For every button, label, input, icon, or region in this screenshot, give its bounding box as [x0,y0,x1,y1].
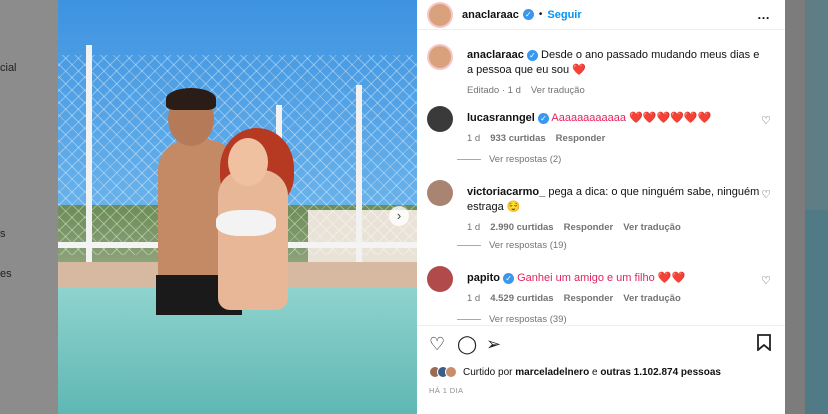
comment-likes[interactable]: 933 curtidas [490,131,545,146]
liker-avatar [445,366,457,378]
author-avatar[interactable] [427,44,453,70]
view-replies-label[interactable]: Ver respostas (19) [489,240,567,251]
separator: • [538,9,543,20]
post-actions: ♡ ◯ ➢ [417,325,785,365]
background-content [785,0,828,414]
commenter-avatar[interactable] [427,266,453,292]
heart-icon[interactable]: ♡ [429,334,445,355]
view-replies-label[interactable]: Ver respostas (39) [489,314,567,325]
verified-icon: ✓ [526,49,538,61]
view-replies-label[interactable]: Ver respostas (2) [489,154,561,165]
comment-text: Ganhei um amigo e um filho ❤️❤️ [517,272,686,284]
comment-age: 1 d [467,293,481,304]
caption-username[interactable]: anaclaraac [467,49,524,61]
liked-by-middle: e [591,366,598,378]
liked-by-user[interactable]: marceladelnero [515,367,589,378]
comment-likes[interactable]: 2.990 curtidas [490,220,553,235]
more-options-icon[interactable]: … [757,7,771,22]
post-header: anaclaraac ✓ • Seguir … [417,0,785,30]
post-photo[interactable] [58,0,417,414]
reply-button[interactable]: Responder [564,220,614,235]
liked-by: Curtido por marceladelnero e outras 1.10… [429,366,721,378]
liked-by-prefix: Curtido por [463,366,513,378]
heart-icon[interactable]: ♡ [761,274,771,287]
post-date[interactable]: HÁ 1 DIA [429,386,463,395]
chevron-right-icon[interactable]: › [389,206,409,226]
heart-icon[interactable]: ♡ [761,188,771,201]
bookmark-icon[interactable] [757,334,771,356]
caption-edited: Editado · 1 d [467,85,521,96]
background-text: cial [0,62,17,74]
comment-username[interactable]: lucasranngel [467,112,535,124]
translate-link[interactable]: Ver tradução [623,291,681,306]
verified-icon: ✓ [503,272,515,284]
author-username[interactable]: anaclaraac [462,9,519,21]
heart-icon[interactable]: ♡ [761,114,771,127]
verified-icon: ✓ [537,112,549,124]
verified-icon: ✓ [522,9,534,20]
view-replies[interactable]: Ver respostas (2) [457,154,561,165]
author-avatar[interactable] [427,1,453,28]
background-text: s [0,228,6,240]
commenter-avatar[interactable] [427,106,453,132]
translate-link[interactable]: Ver tradução [623,220,681,235]
comment-text: Aaaaaaaaaaaa ❤️❤️❤️❤️❤️❤️ [551,112,712,124]
translate-link[interactable]: Ver tradução [531,83,585,98]
view-replies[interactable]: Ver respostas (19) [457,240,567,251]
liked-by-others[interactable]: outras 1.102.874 pessoas [600,367,721,378]
background-sidebar: cial s es [0,0,58,414]
view-replies[interactable]: Ver respostas (39) [457,314,567,325]
share-icon[interactable]: ➢ [486,334,501,355]
reply-button[interactable]: Responder [556,131,606,146]
follow-button[interactable]: Seguir [547,9,581,21]
post-side-panel: anaclaraac ✓ • Seguir … anaclaraac ✓ Des… [417,0,785,414]
comment-age: 1 d [467,133,481,144]
commenter-avatar[interactable] [427,180,453,206]
comment-username[interactable]: victoriacarmo_ [467,186,545,198]
comment-age: 1 d [467,222,481,233]
background-text: es [0,268,12,280]
comment-username[interactable]: papito [467,272,500,284]
comment-icon[interactable]: ◯ [457,334,477,355]
reply-button[interactable]: Responder [564,291,614,306]
comment-likes[interactable]: 4.529 curtidas [490,291,553,306]
